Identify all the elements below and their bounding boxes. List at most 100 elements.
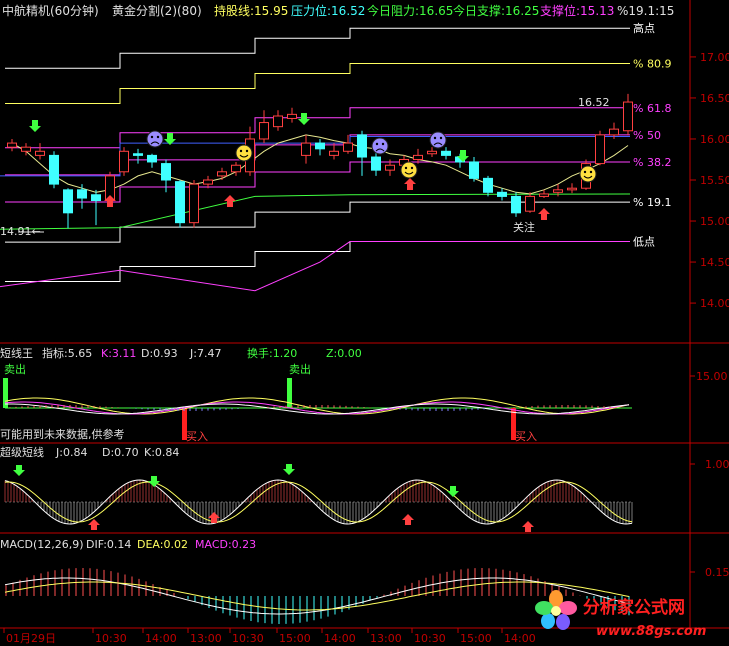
macd-dea: DEA:0.02 [137, 538, 188, 551]
candle-body [525, 195, 535, 212]
candle-body [497, 191, 507, 197]
candle-body [231, 164, 241, 173]
y-tick-label: 15.00 [700, 215, 729, 228]
short-king-j: J:7.47 [189, 347, 221, 360]
candle-body [189, 183, 199, 224]
candle-body [595, 134, 605, 165]
buy-signal-label: 买入 [515, 430, 537, 443]
gold-level-label: 低点 [633, 236, 655, 249]
candle-body [567, 187, 577, 191]
candle-body [147, 154, 157, 163]
candle-body [119, 150, 129, 173]
candle-body [273, 115, 283, 128]
candle-body [161, 163, 171, 181]
stock-title: 中航精机(60分钟) [2, 3, 99, 18]
candle-body [371, 156, 381, 171]
candle-body [385, 164, 395, 171]
watermark-url: www.88gs.com [596, 624, 706, 639]
buy-signal-label: 买入 [186, 430, 208, 443]
y-tick-label: 16.00 [700, 133, 729, 146]
smiley-face-icon [235, 144, 253, 162]
stock-chart: 17.00 16.50 16.00 15.50 15.00 14.50 14.00 高点 % … [0, 0, 729, 646]
candle-body [511, 195, 521, 214]
candle-body [623, 101, 633, 132]
follow-label: 关注 [513, 220, 535, 234]
candle-body [35, 150, 45, 156]
candle-body [553, 189, 563, 193]
short-king-title: 短线王 [0, 346, 33, 360]
candle-body [287, 113, 297, 119]
gold-level-label: % 50 [633, 129, 661, 142]
sad-face-icon [146, 130, 164, 148]
super-short-j: J:0.84 [55, 446, 87, 459]
candle-body [609, 128, 619, 136]
support-label: 支撑位:15.13 [540, 3, 614, 18]
gold-level-label: % 38.2 [633, 156, 671, 169]
pct-info-label: %19.1:15 [617, 4, 674, 18]
candle-body [175, 181, 185, 224]
gold-level-label: % 61.8 [633, 102, 671, 115]
time-label: 14:00 [324, 632, 356, 645]
low-price-label: 14.91← [0, 225, 41, 238]
time-label: 10:30 [95, 632, 127, 645]
candle-body [539, 193, 549, 197]
sad-face-icon [371, 137, 389, 155]
today-resist-label: 今日阻力:16.65 [367, 3, 453, 18]
time-label: 13:00 [190, 632, 222, 645]
candle-body [483, 177, 493, 193]
candle-body [343, 142, 353, 152]
time-label: 14:00 [145, 632, 177, 645]
time-label: 10:30 [232, 632, 264, 645]
super-short-d: D:0.70 [102, 446, 139, 459]
candle-body [441, 150, 451, 156]
candle-body [91, 194, 101, 202]
watermark-site: 分析家公式网 [583, 597, 685, 618]
buy-bar [182, 408, 187, 440]
candle-body [217, 171, 227, 177]
short-king-z: Z:0.00 [326, 347, 362, 360]
today-support-label: 今日支撑:16.25 [453, 3, 539, 18]
price-label-16-52: 16.52 [578, 96, 610, 109]
macd-tick: 0.15 [705, 566, 729, 579]
candle-body [133, 153, 143, 156]
time-label: 14:00 [504, 632, 536, 645]
candle-body [315, 142, 325, 150]
candle-body [469, 161, 479, 179]
candle-body [49, 154, 59, 185]
future-data-note: 可能用到未来数据,供参考 [0, 427, 125, 441]
candle-body [301, 142, 311, 156]
indicator-title: 黄金分割(2)(80) [112, 3, 202, 18]
y-tick-label: 15.50 [700, 174, 729, 187]
sell-signal-label: 卖出 [289, 362, 311, 376]
candle-body [259, 122, 269, 140]
y-tick-label: 16.50 [700, 92, 729, 105]
sad-face-icon [429, 131, 447, 149]
sell-signal-label: 卖出 [4, 362, 26, 376]
candle-body [21, 146, 31, 152]
candle-body [357, 134, 367, 158]
candle-body [7, 142, 17, 148]
candle-body [413, 154, 423, 160]
super-short-title: 超级短线 [0, 445, 44, 459]
candle-body [77, 189, 87, 199]
short-king-index: 指标:5.65 [42, 346, 92, 360]
time-label: 10:30 [414, 632, 446, 645]
time-label: 15:00 [279, 632, 311, 645]
candle-body [427, 150, 437, 155]
super-short-tick: 1.00 [705, 458, 729, 471]
candle-body [63, 189, 73, 214]
candle-body [203, 179, 213, 185]
y-tick-label: 17.00 [700, 51, 729, 64]
super-short-k: K:0.84 [144, 446, 179, 459]
y-tick-label: 14.00 [700, 297, 729, 310]
smiley-face-icon [400, 161, 418, 179]
smiley-face-icon [579, 165, 597, 183]
short-king-k: K:3.11 [101, 347, 136, 360]
gold-level-label: 高点 [633, 21, 655, 35]
short-king-turnover: 换手:1.20 [247, 346, 297, 360]
short-king-tick: 15.00 [696, 370, 728, 383]
macd-value: MACD:0.23 [195, 538, 256, 551]
macd-title: MACD(12,26,9) [0, 538, 84, 551]
time-label: 01月29日 [6, 632, 56, 645]
pressure-label: 压力位:16.52 [291, 3, 365, 18]
